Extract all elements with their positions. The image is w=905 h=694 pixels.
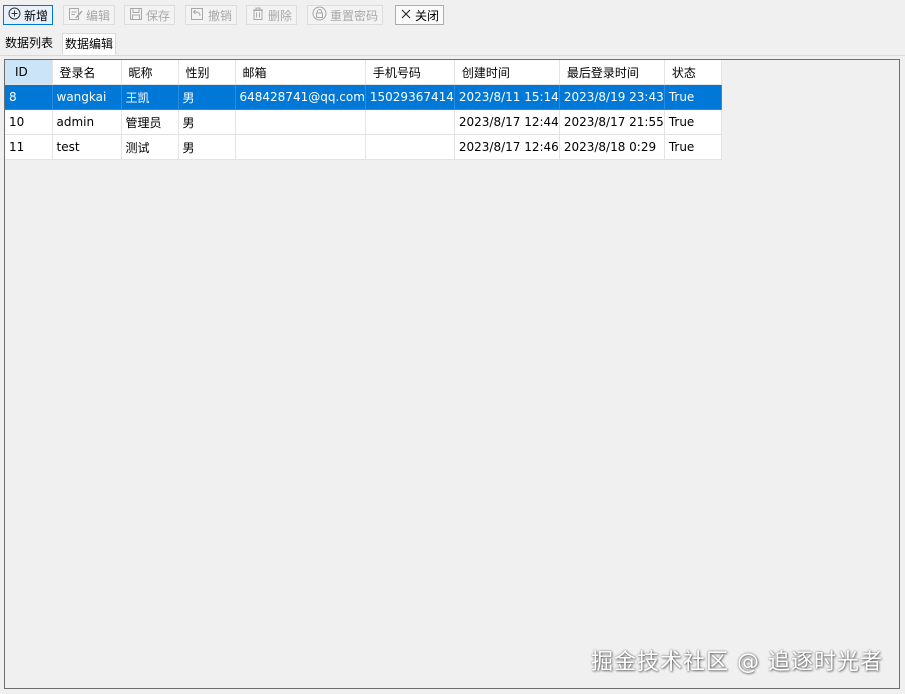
cell-status[interactable]: True — [664, 134, 722, 160]
edit-button-label: 编辑 — [86, 8, 111, 23]
cell-login-name[interactable]: admin — [52, 109, 122, 135]
undo-icon — [190, 7, 205, 24]
tab-data-edit[interactable]: 数据编辑 — [62, 33, 117, 55]
trash-icon — [251, 7, 265, 24]
edit-icon — [68, 7, 83, 24]
header-row: ID 登录名 昵称 性别 邮箱 手机号码 创建时间 最后登录时间 状态 — [5, 60, 722, 85]
close-button-label: 关闭 — [415, 8, 440, 23]
save-button[interactable]: 保存 — [124, 5, 176, 25]
cell-phone[interactable] — [365, 134, 455, 160]
cell-nickname[interactable]: 管理员 — [121, 109, 179, 135]
cell-login-name[interactable]: test — [52, 134, 122, 160]
toolbar: 新增 编辑 保存 撤销 删除 重置密码 关闭 — [0, 0, 905, 30]
cell-nickname[interactable]: 测试 — [121, 134, 179, 160]
cell-gender[interactable]: 男 — [178, 109, 236, 135]
column-header-id[interactable]: ID — [5, 60, 53, 85]
cell-last-login-time[interactable]: 2023/8/19 23:43 — [559, 84, 665, 110]
undo-button[interactable]: 撤销 — [185, 5, 238, 25]
plus-circle-icon — [8, 7, 21, 23]
cell-id[interactable]: 8 — [5, 84, 53, 110]
cell-id[interactable]: 11 — [5, 134, 53, 160]
cell-created-time[interactable]: 2023/8/17 12:46 — [454, 134, 560, 160]
edit-button[interactable]: 编辑 — [63, 5, 116, 25]
cell-status[interactable]: True — [664, 84, 722, 110]
reset-password-button-label: 重置密码 — [330, 8, 379, 23]
column-header-status[interactable]: 状态 — [664, 60, 722, 85]
table-row[interactable]: 11 test 测试 男 2023/8/17 12:46 2023/8/18 0… — [5, 134, 722, 160]
cell-nickname[interactable]: 王凯 — [121, 84, 179, 110]
watermark: 掘金技术社区 @ 追逐时光者 — [591, 650, 883, 675]
column-header-phone[interactable]: 手机号码 — [365, 60, 455, 85]
data-table: ID 登录名 昵称 性别 邮箱 手机号码 创建时间 最后登录时间 状态 8 wa… — [5, 60, 722, 160]
cell-login-name[interactable]: wangkai — [52, 84, 122, 110]
cell-created-time[interactable]: 2023/8/11 15:14 — [454, 84, 560, 110]
cell-phone[interactable]: 15029367414 — [365, 84, 455, 110]
new-button-label: 新增 — [24, 8, 49, 23]
tab-data-list[interactable]: 数据列表 — [3, 33, 55, 53]
column-header-last-login-time[interactable]: 最后登录时间 — [559, 60, 665, 85]
table-row[interactable]: 10 admin 管理员 男 2023/8/17 12:44 2023/8/17… — [5, 109, 722, 135]
cell-id[interactable]: 10 — [5, 109, 53, 135]
column-header-login-name[interactable]: 登录名 — [52, 60, 122, 85]
cell-email[interactable]: 648428741@qq.com — [235, 84, 366, 110]
cell-last-login-time[interactable]: 2023/8/18 0:29 — [559, 134, 665, 160]
table-row[interactable]: 8 wangkai 王凯 男 648428741@qq.com 15029367… — [5, 84, 722, 110]
cell-phone[interactable] — [365, 109, 455, 135]
cell-created-time[interactable]: 2023/8/17 12:44 — [454, 109, 560, 135]
cell-status[interactable]: True — [664, 109, 722, 135]
column-header-created-time[interactable]: 创建时间 — [454, 60, 560, 85]
save-icon — [129, 7, 143, 24]
cell-gender[interactable]: 男 — [178, 84, 236, 110]
new-button[interactable]: 新增 — [3, 5, 54, 25]
reset-password-button[interactable]: 重置密码 — [307, 5, 384, 25]
close-button[interactable]: 关闭 — [395, 5, 445, 25]
delete-button[interactable]: 删除 — [246, 5, 298, 25]
undo-button-label: 撤销 — [208, 8, 233, 23]
column-header-gender[interactable]: 性别 — [178, 60, 236, 85]
tab-bar: 数据列表 数据编辑 — [0, 30, 905, 56]
column-header-nickname[interactable]: 昵称 — [121, 60, 179, 85]
cell-gender[interactable]: 男 — [178, 134, 236, 160]
cell-last-login-time[interactable]: 2023/8/17 21:55 — [559, 109, 665, 135]
cell-email[interactable] — [235, 134, 366, 160]
delete-button-label: 删除 — [268, 8, 293, 23]
save-button-label: 保存 — [146, 8, 171, 23]
column-header-email[interactable]: 邮箱 — [235, 60, 366, 85]
data-grid[interactable]: ID 登录名 昵称 性别 邮箱 手机号码 创建时间 最后登录时间 状态 8 wa… — [4, 59, 900, 689]
lock-icon — [312, 6, 327, 24]
close-icon — [400, 8, 412, 23]
cell-email[interactable] — [235, 109, 366, 135]
